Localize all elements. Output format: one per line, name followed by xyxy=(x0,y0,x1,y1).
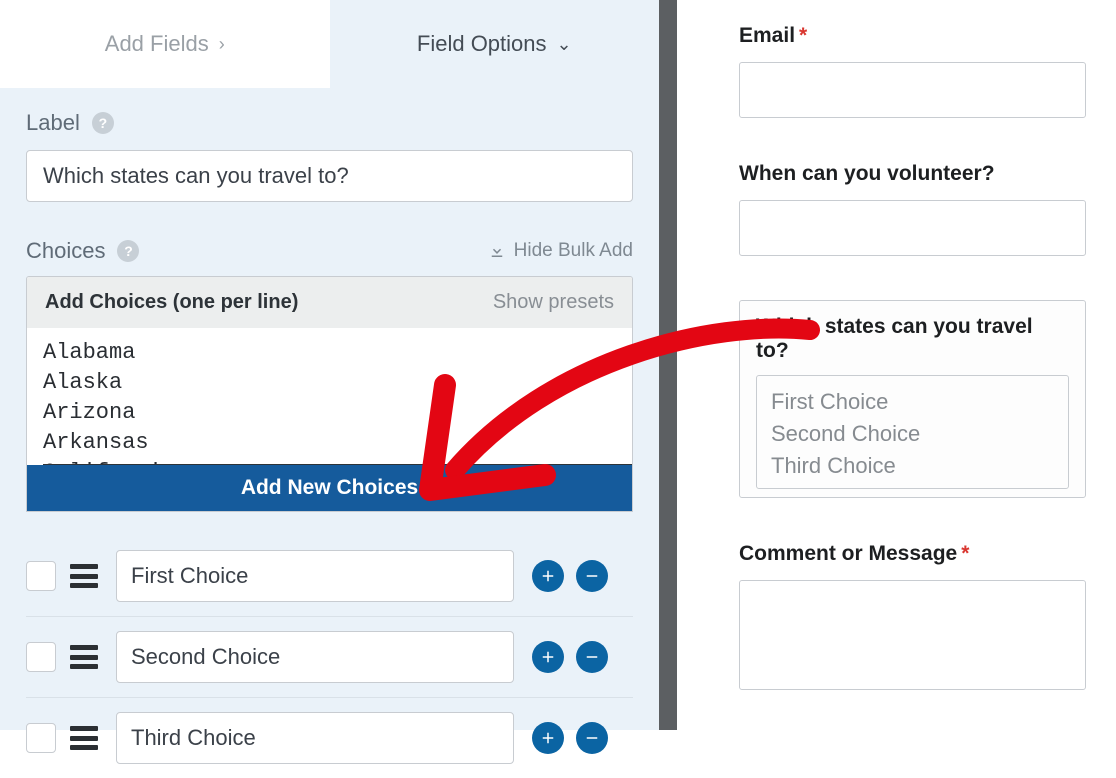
preview-field-states[interactable]: Which states can you travel to? First Ch… xyxy=(739,300,1086,498)
preview-choice: Third Choice xyxy=(771,450,1054,482)
choice-label-input[interactable] xyxy=(116,550,514,602)
volunteer-input-preview xyxy=(739,200,1086,256)
required-asterisk: * xyxy=(799,24,807,47)
choice-row xyxy=(26,536,633,616)
bulk-add-box: Add Choices (one per line) Show presets … xyxy=(26,276,633,512)
preview-field-comment[interactable]: Comment or Message* xyxy=(739,542,1086,690)
choice-row xyxy=(26,616,633,697)
choice-default-checkbox[interactable] xyxy=(26,561,56,591)
choice-label-input[interactable] xyxy=(116,631,514,683)
show-presets-link[interactable]: Show presets xyxy=(493,291,614,314)
add-new-choices-button[interactable]: Add New Choices xyxy=(27,465,632,511)
choice-row xyxy=(26,697,633,778)
remove-choice-button[interactable] xyxy=(576,641,608,673)
chevron-right-icon: › xyxy=(219,34,225,55)
add-new-choices-label: Add New Choices xyxy=(241,476,418,500)
help-icon[interactable]: ? xyxy=(117,240,139,262)
volunteer-label: When can you volunteer? xyxy=(739,162,995,185)
remove-choice-button[interactable] xyxy=(576,560,608,592)
choices-text: Choices xyxy=(26,238,105,264)
comment-textarea-preview xyxy=(739,580,1086,690)
tab-add-fields[interactable]: Add Fields › xyxy=(0,0,330,88)
hide-bulk-add-link[interactable]: Hide Bulk Add xyxy=(488,240,633,262)
form-preview: Email* When can you volunteer? Which sta… xyxy=(677,0,1116,730)
tab-field-options-label: Field Options xyxy=(417,31,547,57)
help-icon[interactable]: ? xyxy=(92,112,114,134)
choices-heading: Choices ? xyxy=(26,238,139,264)
preview-field-email[interactable]: Email* xyxy=(739,24,1086,118)
bulk-title: Add Choices (one per line) xyxy=(45,291,298,314)
chevron-down-icon: ⌄ xyxy=(557,34,572,55)
add-choice-button[interactable] xyxy=(532,560,564,592)
states-choices-preview: First Choice Second Choice Third Choice xyxy=(756,375,1069,489)
required-asterisk: * xyxy=(961,542,969,565)
download-icon xyxy=(488,242,506,260)
field-label-input[interactable] xyxy=(26,150,633,202)
label-text: Label xyxy=(26,110,80,136)
field-options-panel: Add Fields › Field Options ⌄ Label ? Cho… xyxy=(0,0,659,730)
remove-choice-button[interactable] xyxy=(576,722,608,754)
tab-field-options[interactable]: Field Options ⌄ xyxy=(330,0,660,88)
preview-choice: First Choice xyxy=(771,386,1054,418)
comment-label: Comment or Message xyxy=(739,542,957,565)
add-choice-button[interactable] xyxy=(532,641,564,673)
choice-list xyxy=(26,536,633,778)
add-choice-button[interactable] xyxy=(532,722,564,754)
tab-add-fields-label: Add Fields xyxy=(105,31,209,57)
bulk-choices-textarea[interactable] xyxy=(27,328,632,464)
builder-tabbar: Add Fields › Field Options ⌄ xyxy=(0,0,659,88)
panel-divider xyxy=(659,0,677,730)
drag-handle-icon[interactable] xyxy=(70,645,98,669)
choice-default-checkbox[interactable] xyxy=(26,642,56,672)
preview-field-volunteer[interactable]: When can you volunteer? xyxy=(739,162,1086,256)
email-label: Email xyxy=(739,24,795,47)
choice-default-checkbox[interactable] xyxy=(26,723,56,753)
choice-label-input[interactable] xyxy=(116,712,514,764)
hide-bulk-label: Hide Bulk Add xyxy=(514,240,633,262)
email-input-preview xyxy=(739,62,1086,118)
states-label: Which states can you travel to? xyxy=(756,315,1069,363)
label-heading: Label ? xyxy=(26,110,633,136)
preview-choice: Second Choice xyxy=(771,418,1054,450)
drag-handle-icon[interactable] xyxy=(70,564,98,588)
